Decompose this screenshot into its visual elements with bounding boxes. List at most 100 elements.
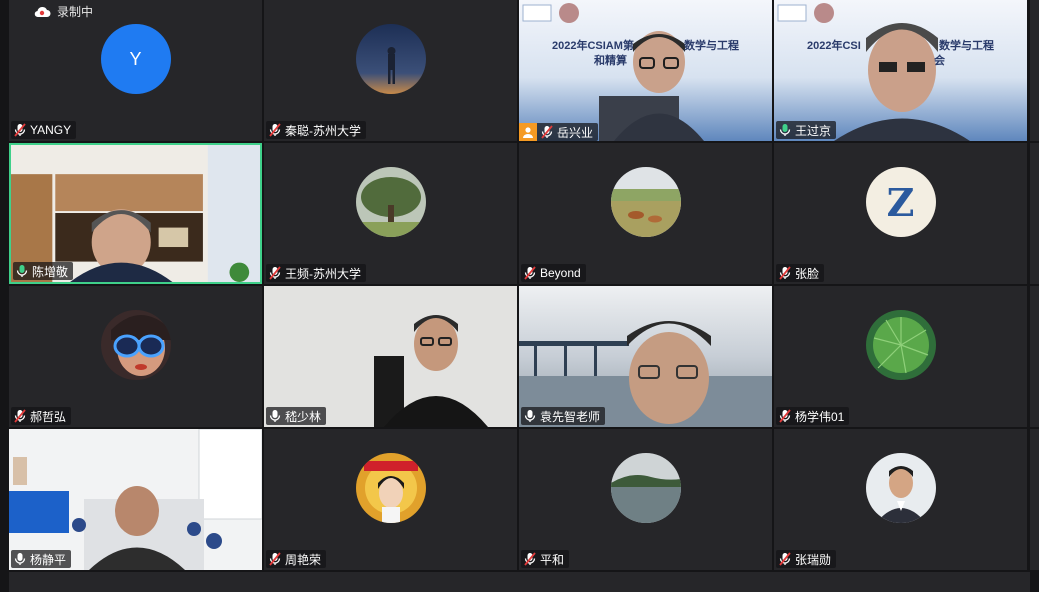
- participant-tile-zhanglian[interactable]: Z 张脸: [774, 143, 1027, 284]
- mic-active-icon: [779, 123, 791, 137]
- participant-tile-yuexingye[interactable]: 2022年CSIAM第 数学与工程 和精算 岳兴业: [519, 0, 772, 141]
- participant-video: [264, 286, 517, 427]
- portrait-avatar-image: [865, 453, 936, 523]
- participant-name: 王过京: [795, 123, 832, 138]
- participant-name: 郝哲弘: [30, 409, 67, 424]
- participant-tile-qincong[interactable]: 秦聪-苏州大学: [264, 0, 517, 141]
- avatar: [865, 453, 936, 523]
- mic-muted-icon: [779, 552, 791, 566]
- mic-muted-icon: [541, 125, 553, 139]
- avatar: [610, 167, 681, 237]
- avatar-letter: Z: [886, 179, 915, 225]
- participant-tile-zhouyanrong[interactable]: 周艳荣: [264, 429, 517, 570]
- avatar: [100, 310, 171, 380]
- partial-tile[interactable]: [1030, 143, 1039, 284]
- mic-muted-icon: [779, 409, 791, 423]
- participant-name: YANGY: [30, 123, 72, 137]
- participant-tile-yuanxianzhi[interactable]: 袁先智老师: [519, 286, 772, 427]
- participant-name: 王频-苏州大学: [285, 266, 361, 281]
- nameplate: 杨静平: [11, 550, 72, 568]
- participant-tile-haozhehong[interactable]: 郝哲弘: [9, 286, 262, 427]
- participant-tile-wangguojing[interactable]: 2022年CSI 数学与工程 会 王过京: [774, 0, 1027, 141]
- nameplate: Beyond: [521, 264, 586, 282]
- nameplate: 岳兴业: [519, 123, 599, 141]
- participant-video: [774, 0, 1027, 141]
- cloud-recording-icon: [34, 6, 51, 17]
- partial-row[interactable]: [9, 572, 1030, 592]
- recording-label: 录制中: [57, 5, 94, 19]
- mic-on-icon: [524, 409, 536, 423]
- nameplate: 秦聪-苏州大学: [266, 121, 366, 139]
- slide-title-left: 2022年CSIAM第: [552, 40, 634, 52]
- participant-tile-beyond[interactable]: Beyond: [519, 143, 772, 284]
- participant-name: Beyond: [540, 266, 581, 280]
- participant-name: 平和: [540, 552, 565, 567]
- participant-tile-yangxuewei[interactable]: 杨学伟01: [774, 286, 1027, 427]
- nameplate: 嵇少林: [266, 407, 327, 425]
- nameplate: 王过京: [776, 121, 837, 139]
- recording-indicator[interactable]: 录制中: [33, 3, 93, 20]
- nameplate: 袁先智老师: [521, 407, 606, 425]
- grassland-avatar-image: [610, 167, 681, 237]
- sunglasses-avatar-image: [100, 310, 171, 380]
- participant-tile-wangpin[interactable]: 王频-苏州大学: [264, 143, 517, 284]
- avatar: [355, 453, 426, 523]
- partial-tile[interactable]: [1030, 286, 1039, 427]
- participant-name: 张脸: [795, 266, 820, 281]
- video-grid: 录制中 Y YANGY 秦聪-苏州大学 2022年CSIAM第 数学与工程 和精…: [0, 0, 1039, 592]
- mic-muted-icon: [524, 266, 536, 280]
- slide-title-left: 2022年CSI: [807, 40, 861, 52]
- mic-active-icon: [16, 264, 28, 278]
- participant-tile-zhangruixun[interactable]: 张瑞勋: [774, 429, 1027, 570]
- participant-name: 嵇少林: [285, 409, 322, 424]
- avatar: Z: [865, 167, 936, 237]
- slide-subtitle: 会: [934, 55, 945, 67]
- participant-tile-jishaolin[interactable]: 嵇少林: [264, 286, 517, 427]
- participant-name: 杨学伟01: [795, 409, 845, 424]
- participant-name: 周艳荣: [285, 552, 322, 567]
- participant-name: 岳兴业: [557, 125, 594, 140]
- nameplate: 张瑞勋: [776, 550, 837, 568]
- avatar: [610, 453, 681, 523]
- avatar: [355, 167, 426, 237]
- partial-tile[interactable]: [1030, 0, 1039, 141]
- nameplate: 平和: [521, 550, 570, 568]
- partial-tile[interactable]: [1030, 429, 1039, 570]
- slide-title-right: 数学与工程: [939, 40, 994, 52]
- nameplate: 陈增敬: [13, 262, 74, 280]
- avatar-letter: Y: [129, 48, 142, 69]
- slide-title-right: 数学与工程: [684, 40, 739, 52]
- mic-muted-icon: [779, 266, 791, 280]
- nameplate: 张脸: [776, 264, 825, 282]
- slide-subtitle: 和精算: [594, 55, 627, 67]
- lotus-leaf-avatar-image: [865, 310, 936, 380]
- mic-on-icon: [269, 409, 281, 423]
- lake-avatar-image: [610, 453, 681, 523]
- participant-video: [519, 286, 772, 427]
- cartoon-avatar-image: [355, 453, 426, 523]
- participant-tile-chenzengjing[interactable]: 陈增敬: [9, 143, 262, 284]
- nameplate: 郝哲弘: [11, 407, 72, 425]
- participant-tile-yangjingping[interactable]: 杨静平: [9, 429, 262, 570]
- nameplate: 王频-苏州大学: [266, 264, 366, 282]
- avatar: [355, 24, 426, 94]
- night-sky-avatar-image: [355, 24, 426, 94]
- participant-video: [9, 429, 262, 570]
- nameplate: YANGY: [11, 121, 77, 139]
- participant-tile-pinghe[interactable]: 平和: [519, 429, 772, 570]
- avatar: Y: [100, 24, 171, 94]
- participant-tile-yangy[interactable]: 录制中 Y YANGY: [9, 0, 262, 141]
- participant-name: 杨静平: [30, 552, 67, 567]
- nameplate: 周艳荣: [266, 550, 327, 568]
- mic-muted-icon: [269, 552, 281, 566]
- participant-name: 袁先智老师: [540, 409, 601, 424]
- mic-muted-icon: [269, 123, 281, 137]
- nameplate: 杨学伟01: [776, 407, 850, 425]
- participant-name: 张瑞勋: [795, 552, 832, 567]
- mic-on-icon: [14, 552, 26, 566]
- participant-video: [519, 0, 772, 141]
- mic-muted-icon: [269, 266, 281, 280]
- tree-avatar-image: [355, 167, 426, 237]
- participant-name: 秦聪-苏州大学: [285, 123, 361, 138]
- mic-muted-icon: [14, 409, 26, 423]
